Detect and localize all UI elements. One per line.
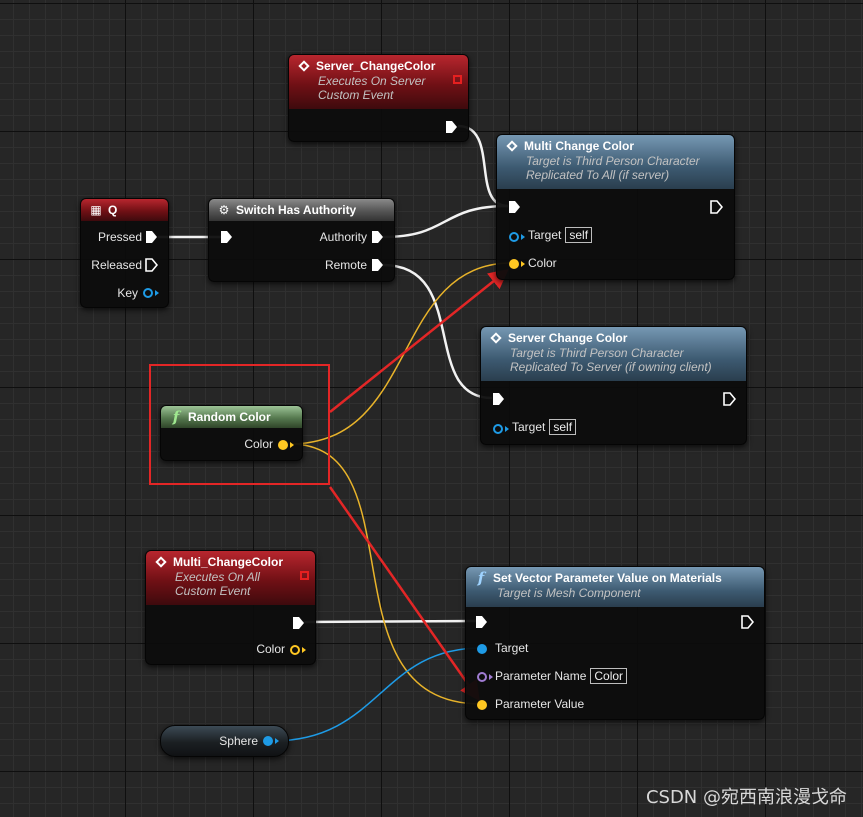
target-pin[interactable]: [493, 424, 503, 434]
gear-icon: ⚙: [218, 203, 230, 217]
target-pin[interactable]: [477, 644, 487, 654]
event-icon: [297, 59, 311, 73]
released-label: Released: [91, 258, 142, 272]
exec-out-pin[interactable]: [741, 615, 754, 629]
pressed-exec-pin[interactable]: [145, 230, 158, 244]
exec-wire-multi-event-to-set: [302, 619, 479, 624]
exec-in-pin[interactable]: [475, 615, 488, 629]
replication-icon: [453, 75, 462, 84]
server-changecolor-event-node[interactable]: Server_ChangeColor Executes On Server Cu…: [288, 54, 469, 142]
parameter-name-field[interactable]: Color: [590, 668, 628, 684]
exec-wire-authority-to-multi: [382, 204, 509, 239]
node-subtitle: Target is Third Person Character: [526, 154, 700, 168]
event-icon: [505, 139, 519, 153]
pin-arrow: [505, 426, 509, 432]
exec-out-pin[interactable]: [292, 616, 305, 630]
node-title: Switch Has Authority: [236, 203, 357, 217]
pin-arrow: [521, 234, 525, 240]
annotation-arrow-to-multi-color: [329, 268, 509, 413]
sphere-variable-node[interactable]: Sphere: [160, 725, 289, 757]
set-vector-parameter-node[interactable]: f Set Vector Parameter Value on Materials…: [465, 566, 765, 720]
node-title: Multi_ChangeColor: [173, 555, 283, 569]
pin-arrow: [155, 290, 159, 296]
color-label: Color: [256, 642, 285, 656]
node-title: Multi Change Color: [524, 139, 634, 153]
node-title: Set Vector Parameter Value on Materials: [493, 571, 722, 585]
multi-changecolor-event-node[interactable]: Multi_ChangeColor Executes On All Custom…: [145, 550, 316, 665]
node-subtitle: Custom Event: [175, 584, 251, 598]
parameter-name-row: Parameter Name Color: [495, 668, 628, 684]
target-label: Target: [512, 420, 546, 434]
remote-exec-pin[interactable]: [371, 258, 384, 272]
exec-out-pin[interactable]: [710, 200, 723, 214]
node-title: Server Change Color: [508, 331, 628, 345]
node-subtitle: Custom Event: [318, 88, 394, 102]
color-out-pin[interactable]: [290, 645, 300, 655]
pin-arrow: [275, 738, 279, 744]
node-title: Server_ChangeColor: [316, 59, 436, 73]
exec-in-pin[interactable]: [220, 230, 233, 244]
key-pin[interactable]: [143, 288, 153, 298]
remote-label: Remote: [324, 258, 367, 272]
target-row: Target self: [528, 227, 593, 243]
exec-out-pin[interactable]: [723, 392, 736, 406]
node-subtitle: Executes On Server: [318, 74, 426, 88]
target-label: Target: [528, 228, 562, 242]
exec-wire-remote-to-server-change: [382, 263, 493, 400]
sphere-label: Sphere: [219, 734, 258, 748]
parameter-value-pin[interactable]: [477, 700, 487, 710]
watermark: CSDN @宛西南浪漫戈命: [645, 787, 847, 808]
exec-out-pin[interactable]: [445, 120, 458, 134]
pin-arrow: [489, 674, 493, 680]
exec-in-pin[interactable]: [492, 392, 505, 406]
pressed-label: Pressed: [97, 230, 142, 244]
target-row: Target self: [512, 419, 577, 435]
pin-arrow: [521, 261, 525, 267]
node-subtitle: Executes On All: [175, 570, 260, 584]
server-change-color-node[interactable]: Server Change Color Target is Third Pers…: [480, 326, 747, 445]
q-key-event-node[interactable]: ▦ Q Pressed Released Key: [80, 198, 169, 308]
multi-change-color-node[interactable]: Multi Change Color Target is Third Perso…: [496, 134, 735, 280]
exec-in-pin[interactable]: [508, 200, 521, 214]
authority-label: Authority: [319, 230, 367, 244]
sphere-out-pin[interactable]: [263, 736, 273, 746]
event-icon: [489, 331, 503, 345]
replication-icon: [300, 571, 309, 580]
target-self-field[interactable]: self: [565, 227, 593, 243]
color-label: Color: [528, 256, 557, 270]
node-subtitle: Target is Third Person Character: [510, 346, 684, 360]
node-title: Q: [108, 203, 118, 217]
released-exec-pin[interactable]: [145, 258, 158, 272]
event-icon: [154, 555, 168, 569]
target-label: Target: [495, 641, 529, 655]
function-icon: f: [477, 569, 485, 587]
parameter-name-pin[interactable]: [477, 672, 487, 682]
parameter-name-label: Parameter Name: [495, 669, 587, 683]
parameter-value-label: Parameter Value: [495, 697, 585, 711]
switch-has-authority-node[interactable]: ⚙ Switch Has Authority Authority Remote: [208, 198, 395, 282]
node-subtitle: Replicated To All (if server): [526, 168, 670, 182]
node-subtitle: Target is Mesh Component: [497, 586, 641, 600]
node-subtitle: Replicated To Server (if owning client): [510, 360, 712, 374]
pin-arrow: [302, 647, 306, 653]
keyboard-icon: ▦: [90, 203, 102, 217]
color-in-pin[interactable]: [509, 259, 519, 269]
target-pin[interactable]: [509, 232, 519, 242]
authority-exec-pin[interactable]: [371, 230, 384, 244]
key-label: Key: [117, 286, 138, 300]
target-self-field[interactable]: self: [549, 419, 577, 435]
highlight-box: [149, 364, 330, 485]
